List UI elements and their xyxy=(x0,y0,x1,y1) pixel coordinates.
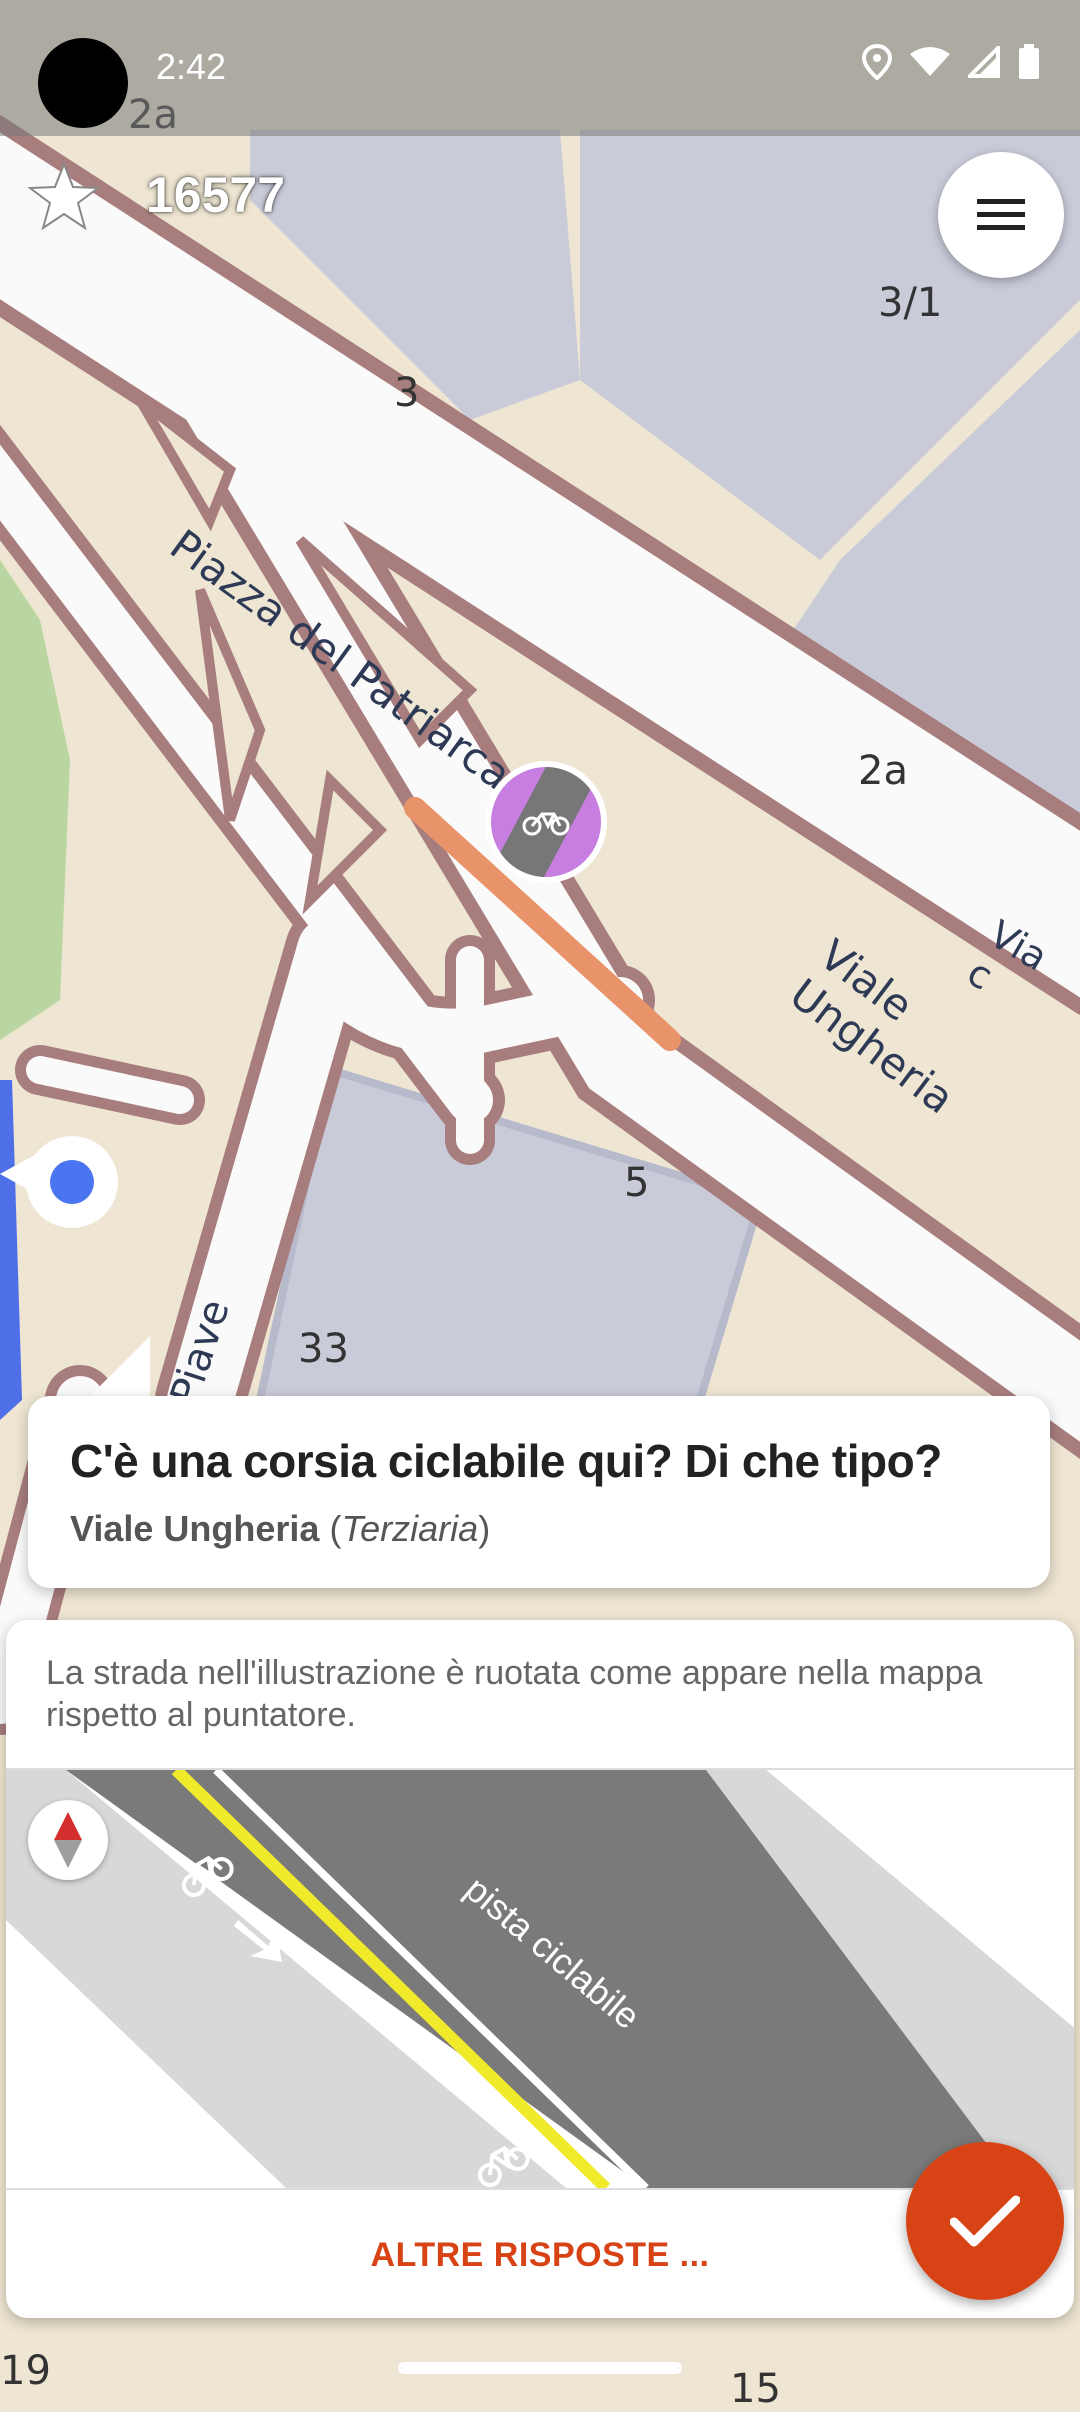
house-number: 15 xyxy=(730,2366,781,2412)
gesture-nav-handle[interactable] xyxy=(398,2362,682,2374)
wifi-icon xyxy=(910,47,950,76)
compass-button[interactable] xyxy=(28,1800,108,1880)
hamburger-menu-icon xyxy=(977,199,1025,230)
quest-title: C'è una corsia ciclabile qui? Di che tip… xyxy=(70,1435,942,1487)
ok-button[interactable] xyxy=(906,2142,1064,2300)
paren-open: ( xyxy=(329,1508,342,1549)
house-number: 3 xyxy=(394,370,420,416)
location-dot-icon xyxy=(0,1136,118,1228)
status-bar: 2:42 xyxy=(0,0,1080,136)
quest-road-class: Terziaria xyxy=(341,1508,479,1549)
house-number: 5 xyxy=(624,1160,650,1206)
compass-icon xyxy=(54,1812,82,1868)
cycleway-illustration-image xyxy=(6,1765,1074,2260)
quest-card: C'è una corsia ciclabile qui? Di che tip… xyxy=(28,1396,1050,1588)
house-number: 33 xyxy=(298,1326,349,1372)
camera-cutout xyxy=(38,38,128,128)
quest-subtitle: Viale Ungheria (Terziaria) xyxy=(70,1508,490,1550)
checkmark-icon xyxy=(950,2195,1020,2247)
location-pointer[interactable] xyxy=(0,1134,124,1234)
status-time: 2:42 xyxy=(156,46,227,87)
location-icon xyxy=(862,44,892,80)
answer-hint: La strada nell'illustrazione è ruotata c… xyxy=(46,1654,983,1734)
cycleway-illustration[interactable]: pista ciclabile xyxy=(6,1765,1074,2260)
bicycle-lane-icon xyxy=(485,747,607,897)
house-number: 3/1 xyxy=(878,280,943,326)
main-menu-button[interactable] xyxy=(938,152,1064,278)
status-icons xyxy=(862,44,1040,80)
house-number: 19 xyxy=(0,2348,51,2394)
quest-pin[interactable] xyxy=(484,747,608,897)
house-number: 2a xyxy=(858,748,908,794)
signal-icon xyxy=(968,46,1000,78)
quest-street-name: Viale Ungheria xyxy=(70,1508,320,1549)
points-counter[interactable]: 16577 xyxy=(146,166,285,224)
star-icon[interactable] xyxy=(28,160,100,232)
battery-icon xyxy=(1019,44,1039,79)
paren-close: ) xyxy=(478,1508,491,1549)
quest-card-pointer xyxy=(86,1336,150,1400)
